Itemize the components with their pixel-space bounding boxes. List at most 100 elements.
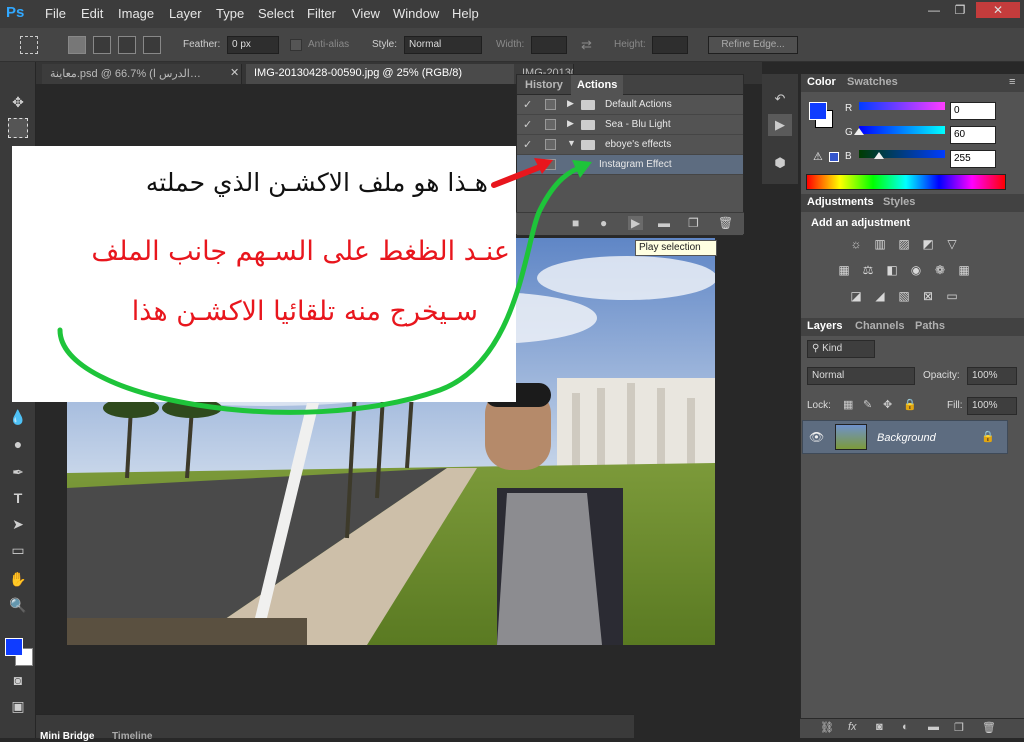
menu-help[interactable]: Help bbox=[452, 6, 479, 21]
intersect-selection-icon[interactable] bbox=[143, 36, 161, 54]
new-set-icon[interactable]: ▬ bbox=[658, 216, 670, 230]
adjustment-layer-icon[interactable]: ◐ bbox=[902, 721, 909, 733]
g-slider-thumb[interactable] bbox=[874, 152, 885, 159]
invert-icon[interactable]: ◪ bbox=[847, 288, 865, 304]
curves-icon[interactable]: ▨ bbox=[895, 236, 913, 252]
action-set-row[interactable]: ✓ ▶ Default Actions bbox=[517, 95, 743, 115]
group-icon[interactable]: ▬ bbox=[928, 721, 939, 733]
new-action-icon[interactable]: ❐ bbox=[688, 216, 699, 230]
style-select[interactable]: Normal bbox=[404, 36, 482, 54]
panel-menu-icon[interactable]: ≡ bbox=[1009, 76, 1015, 88]
dialog-toggle-icon[interactable] bbox=[545, 99, 556, 110]
vibrance-icon[interactable]: ▽ bbox=[943, 236, 961, 252]
trash-icon[interactable]: 🗑 bbox=[982, 721, 996, 734]
quick-mask-icon[interactable]: ◙ bbox=[8, 670, 28, 690]
actions-panel-icon[interactable]: ▶ bbox=[768, 114, 792, 136]
action-row-selected[interactable]: Instagram Effect bbox=[517, 155, 743, 175]
levels-icon[interactable]: ▥ bbox=[871, 236, 889, 252]
layer-filter-select[interactable]: ⚲ Kind bbox=[807, 340, 875, 358]
lock-pixels-icon[interactable]: ✎ bbox=[863, 398, 872, 411]
color-fg-swatch[interactable] bbox=[809, 102, 827, 120]
move-tool-icon[interactable]: ✥ bbox=[8, 92, 28, 112]
lock-transparency-icon[interactable]: ▦ bbox=[843, 398, 853, 411]
trash-icon[interactable]: 🗑 bbox=[718, 216, 733, 230]
tab-layers[interactable]: Layers bbox=[801, 320, 848, 332]
blur-tool-icon[interactable]: 💧 bbox=[8, 407, 28, 427]
restore-button[interactable]: ❐ bbox=[948, 2, 972, 18]
tab-styles[interactable]: Styles bbox=[877, 196, 921, 208]
screen-mode-icon[interactable]: ▣ bbox=[8, 696, 28, 716]
black-white-icon[interactable]: ◧ bbox=[883, 262, 901, 278]
opacity-input[interactable]: 100% bbox=[967, 367, 1017, 385]
anti-alias-checkbox[interactable] bbox=[290, 39, 302, 51]
expand-triangle-icon[interactable]: ▶ bbox=[567, 118, 574, 129]
feather-input[interactable]: 0 px bbox=[227, 36, 279, 54]
b-value-input[interactable]: 255 bbox=[950, 150, 996, 168]
new-selection-icon[interactable] bbox=[68, 36, 86, 54]
photo-filter-icon[interactable]: ◉ bbox=[907, 262, 925, 278]
swap-icon[interactable]: ⇄ bbox=[581, 37, 592, 53]
fill-input[interactable]: 100% bbox=[967, 397, 1017, 415]
dialog-toggle-icon[interactable] bbox=[545, 159, 556, 170]
dialog-toggle-icon[interactable] bbox=[545, 119, 556, 130]
threshold-icon[interactable]: ▧ bbox=[895, 288, 913, 304]
marquee-tool-icon[interactable] bbox=[20, 36, 38, 54]
tab-adjustments[interactable]: Adjustments bbox=[801, 196, 880, 208]
brightness-contrast-icon[interactable]: ☼ bbox=[847, 236, 865, 252]
add-selection-icon[interactable] bbox=[93, 36, 111, 54]
menu-image[interactable]: Image bbox=[118, 6, 154, 21]
color-lookup-icon[interactable]: ▦ bbox=[955, 262, 973, 278]
dialog-toggle-icon[interactable] bbox=[545, 139, 556, 150]
tab-actions[interactable]: Actions bbox=[571, 75, 624, 95]
g-slider[interactable] bbox=[859, 126, 945, 134]
history-panel-icon[interactable]: ↶ bbox=[768, 88, 792, 110]
check-icon[interactable]: ✓ bbox=[523, 118, 537, 131]
color-balance-icon[interactable]: ⚖ bbox=[859, 262, 877, 278]
action-set-row[interactable]: ✓ ▼ eboye's effects bbox=[517, 135, 743, 155]
web-safe-swatch[interactable] bbox=[829, 152, 839, 162]
tab-color[interactable]: Color bbox=[801, 76, 842, 88]
stop-icon[interactable]: ■ bbox=[572, 216, 579, 230]
blend-mode-select[interactable]: Normal bbox=[807, 367, 915, 385]
subtract-selection-icon[interactable] bbox=[118, 36, 136, 54]
zoom-tool-icon[interactable]: 🔍 bbox=[8, 595, 28, 615]
lock-position-icon[interactable]: ✥ bbox=[883, 398, 892, 411]
menu-select[interactable]: Select bbox=[258, 6, 294, 21]
menu-window[interactable]: Window bbox=[393, 6, 439, 21]
channel-mixer-icon[interactable]: ❁ bbox=[931, 262, 949, 278]
3d-panel-icon[interactable]: ⬢ bbox=[768, 152, 792, 174]
layer-row-background[interactable]: 👁 Background 🔒 bbox=[802, 420, 1008, 454]
height-input[interactable] bbox=[652, 36, 688, 54]
g-value-input[interactable]: 60 bbox=[950, 126, 996, 144]
posterize-icon[interactable]: ◢ bbox=[871, 288, 889, 304]
marquee-tool-icon[interactable] bbox=[8, 118, 28, 138]
tab-timeline[interactable]: Timeline bbox=[112, 731, 152, 742]
b-slider[interactable] bbox=[859, 150, 945, 158]
action-set-row[interactable]: ✓ ▶ Sea - Blu Light bbox=[517, 115, 743, 135]
doc-tab-active[interactable]: IMG-20130428-00590.jpg @ 25% (RGB/8) bbox=[246, 64, 520, 84]
lock-all-icon[interactable]: 🔒 bbox=[903, 398, 917, 411]
doc-tab-preview[interactable]: معاينة.psd @ 66.7% (الدرس ا… bbox=[42, 64, 242, 84]
exposure-icon[interactable]: ◩ bbox=[919, 236, 937, 252]
check-icon[interactable]: ✓ bbox=[523, 98, 537, 111]
gamut-warning-icon[interactable]: ⚠ bbox=[813, 150, 823, 163]
link-layers-icon[interactable]: ⛓ bbox=[820, 721, 834, 734]
menu-edit[interactable]: Edit bbox=[81, 6, 103, 21]
menu-filter[interactable]: Filter bbox=[307, 6, 336, 21]
tab-paths[interactable]: Paths bbox=[909, 320, 951, 332]
type-tool-icon[interactable]: T bbox=[8, 488, 28, 508]
refine-edge-button[interactable]: Refine Edge... bbox=[708, 36, 798, 54]
expand-triangle-icon[interactable]: ▶ bbox=[567, 98, 574, 109]
record-icon[interactable]: ● bbox=[600, 216, 607, 230]
fx-icon[interactable]: fx bbox=[848, 721, 857, 733]
eye-icon[interactable]: 👁 bbox=[809, 430, 824, 444]
menu-type[interactable]: Type bbox=[216, 6, 244, 21]
menu-layer[interactable]: Layer bbox=[169, 6, 202, 21]
play-icon[interactable]: ▶ bbox=[628, 216, 644, 230]
r-slider-thumb[interactable] bbox=[854, 128, 864, 135]
gradient-map-icon[interactable]: ▭ bbox=[943, 288, 961, 304]
r-value-input[interactable]: 0 bbox=[950, 102, 996, 120]
new-layer-icon[interactable]: ❐ bbox=[954, 721, 964, 734]
hand-tool-icon[interactable]: ✋ bbox=[8, 569, 28, 589]
collapse-triangle-icon[interactable]: ▼ bbox=[567, 138, 576, 148]
